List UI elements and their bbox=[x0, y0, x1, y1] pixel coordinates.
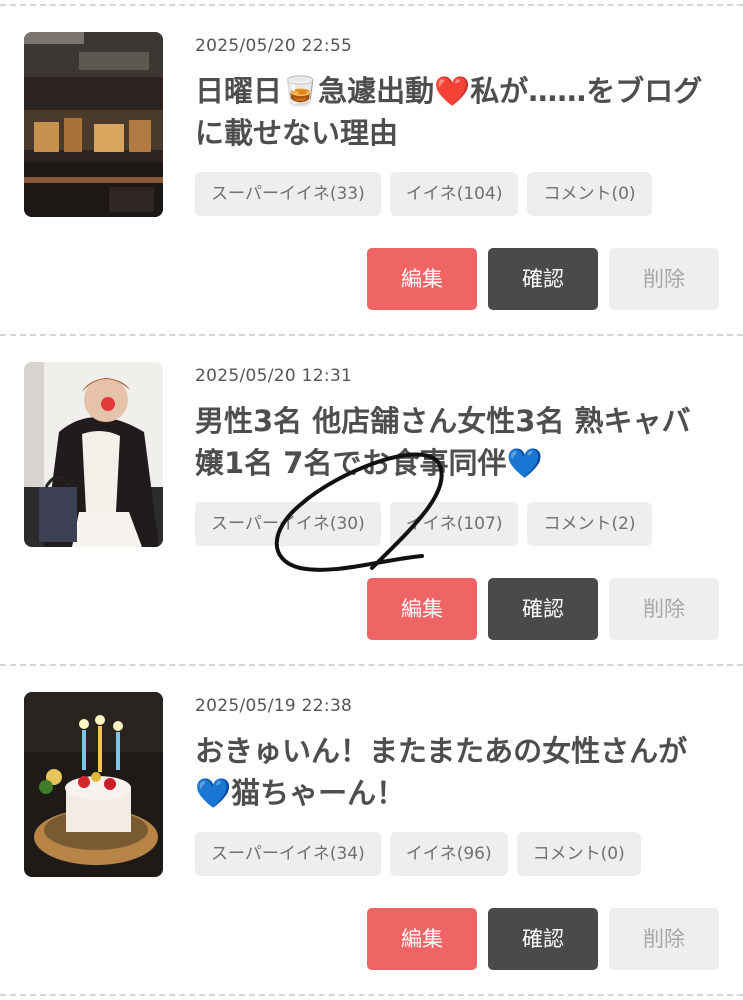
reaction-tags: スーパーイイネ(33) イイネ(104) コメント(0) bbox=[195, 172, 652, 216]
edit-button[interactable]: 編集 bbox=[367, 578, 477, 640]
post-title[interactable]: おきゅいん！またまたあの女性さんが💙猫ちゃーん！ bbox=[195, 730, 715, 814]
post-actions: 編集 確認 削除 bbox=[367, 248, 719, 310]
iine-count[interactable]: イイネ(104) bbox=[389, 172, 519, 216]
divider bbox=[0, 994, 743, 996]
post-item: 2025/05/20 22:55 日曜日🥃急遽出動❤️私が……をブログに載せない… bbox=[0, 0, 743, 330]
post-date: 2025/05/20 12:31 bbox=[195, 366, 353, 386]
post-item: 2025/05/19 22:38 おきゅいん！またまたあの女性さんが💙猫ちゃーん… bbox=[0, 660, 743, 990]
post-actions: 編集 確認 削除 bbox=[367, 908, 719, 970]
reaction-tags: スーパーイイネ(34) イイネ(96) コメント(0) bbox=[195, 832, 641, 876]
delete-button[interactable]: 削除 bbox=[609, 248, 719, 310]
confirm-button[interactable]: 確認 bbox=[488, 908, 598, 970]
delete-button[interactable]: 削除 bbox=[609, 908, 719, 970]
edit-button[interactable]: 編集 bbox=[367, 248, 477, 310]
post-title[interactable]: 日曜日🥃急遽出動❤️私が……をブログに載せない理由 bbox=[195, 70, 715, 154]
iine-count[interactable]: イイネ(96) bbox=[389, 832, 508, 876]
edit-button[interactable]: 編集 bbox=[367, 908, 477, 970]
comment-count[interactable]: コメント(0) bbox=[516, 832, 641, 876]
post-title[interactable]: 男性3名 他店舗さん女性3名 熟キャバ嬢1名 7名でお食事同伴💙 bbox=[195, 400, 715, 484]
confirm-button[interactable]: 確認 bbox=[488, 578, 598, 640]
post-item: 2025/05/20 12:31 男性3名 他店舗さん女性3名 熟キャバ嬢1名 … bbox=[0, 330, 743, 660]
super-iine-count[interactable]: スーパーイイネ(34) bbox=[195, 832, 381, 876]
delete-button[interactable]: 削除 bbox=[609, 578, 719, 640]
post-actions: 編集 確認 削除 bbox=[367, 578, 719, 640]
comment-count[interactable]: コメント(0) bbox=[527, 172, 652, 216]
super-iine-count[interactable]: スーパーイイネ(30) bbox=[195, 502, 381, 546]
comment-count[interactable]: コメント(2) bbox=[527, 502, 652, 546]
super-iine-count[interactable]: スーパーイイネ(33) bbox=[195, 172, 381, 216]
confirm-button[interactable]: 確認 bbox=[488, 248, 598, 310]
post-date: 2025/05/20 22:55 bbox=[195, 36, 353, 56]
post-thumbnail[interactable] bbox=[24, 692, 163, 877]
post-thumbnail[interactable] bbox=[24, 362, 163, 547]
post-thumbnail[interactable] bbox=[24, 32, 163, 217]
iine-count[interactable]: イイネ(107) bbox=[389, 502, 519, 546]
reaction-tags: スーパーイイネ(30) イイネ(107) コメント(2) bbox=[195, 502, 652, 546]
post-date: 2025/05/19 22:38 bbox=[195, 696, 353, 716]
